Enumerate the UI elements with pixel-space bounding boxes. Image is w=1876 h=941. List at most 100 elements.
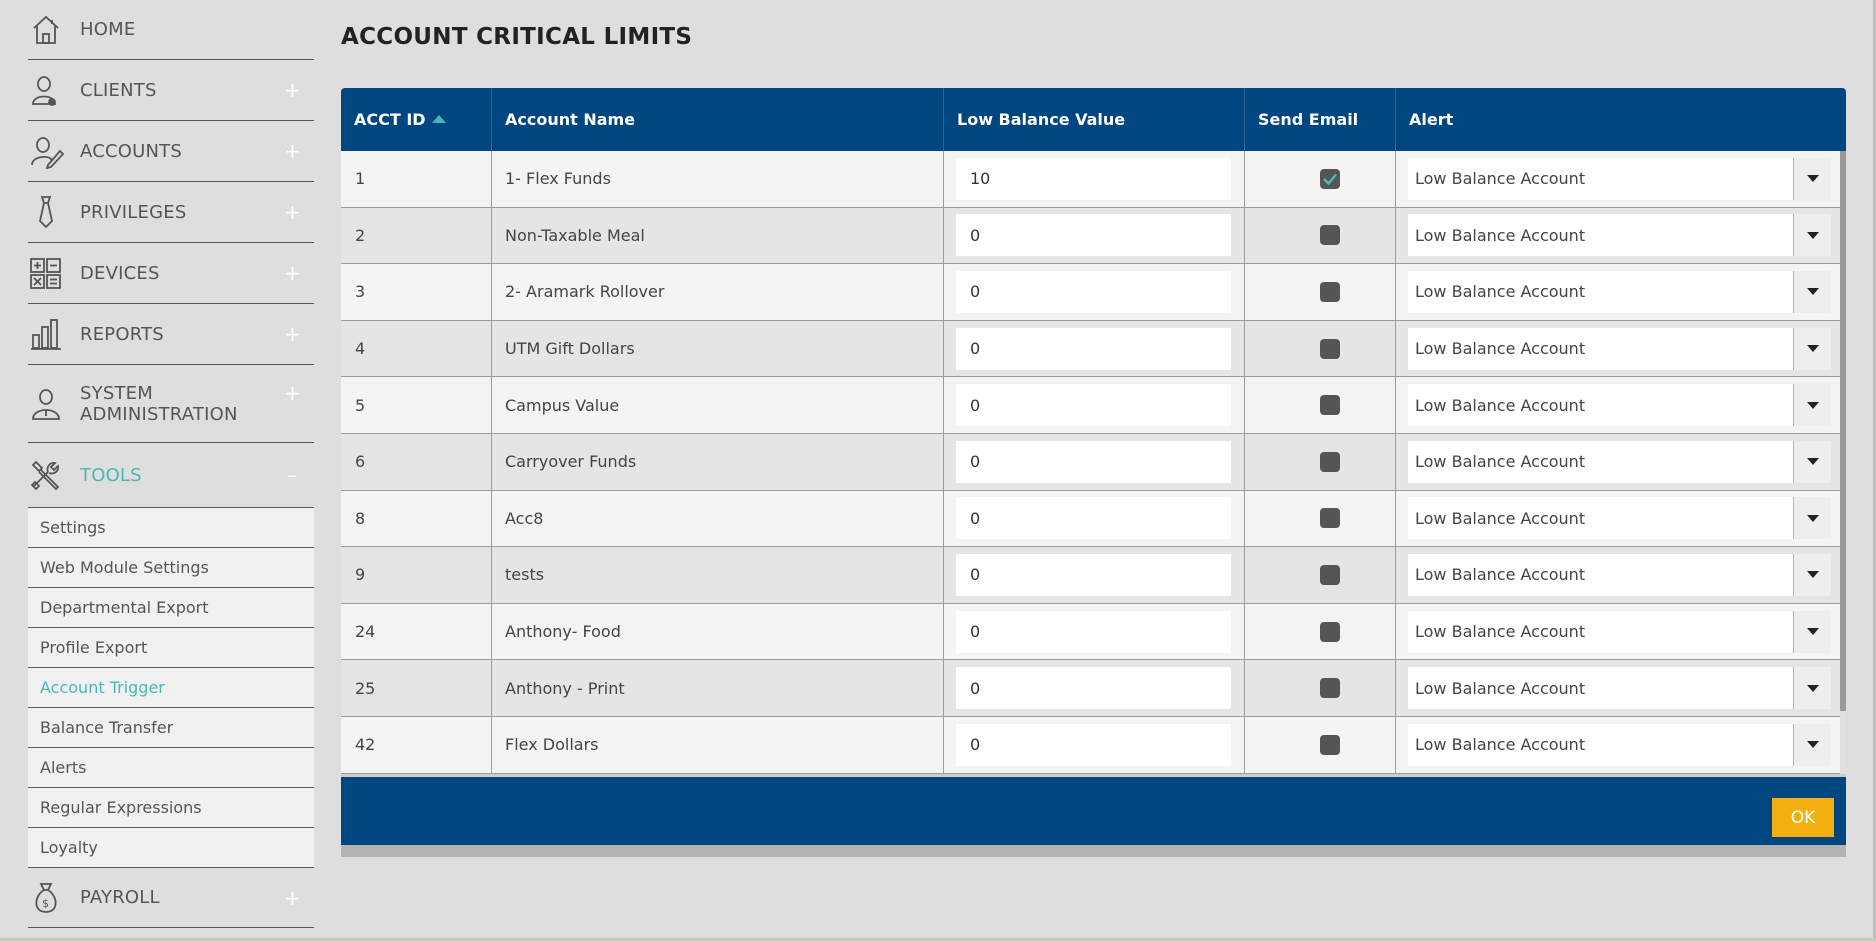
alert-select[interactable]: Low Balance Account xyxy=(1408,723,1831,766)
subnav-item-departmental-export[interactable]: Departmental Export xyxy=(28,587,314,627)
nav-label: ACCOUNTS xyxy=(80,140,182,162)
low-balance-input[interactable] xyxy=(956,723,1231,766)
subnav-item-alerts[interactable]: Alerts xyxy=(28,747,314,787)
expand-icon[interactable]: + xyxy=(284,78,301,102)
subnav-item-balance-transfer[interactable]: Balance Transfer xyxy=(28,707,314,747)
send-email-checkbox[interactable] xyxy=(1320,168,1340,189)
column-header-acct-id[interactable]: ACCT ID xyxy=(341,88,492,151)
caret-down-icon xyxy=(1806,175,1819,183)
low-balance-input[interactable] xyxy=(956,440,1231,483)
calculator-icon xyxy=(28,255,64,291)
expand-icon[interactable]: + xyxy=(284,886,301,910)
send-email-checkbox[interactable] xyxy=(1320,678,1340,699)
low-balance-input[interactable] xyxy=(956,157,1231,200)
send-email-checkbox[interactable] xyxy=(1320,338,1340,359)
subnav-item-profile-export[interactable]: Profile Export xyxy=(28,627,314,667)
alert-select[interactable]: Low Balance Account xyxy=(1408,440,1831,483)
account-name-value: Anthony- Food xyxy=(505,622,621,642)
nav-clients[interactable]: CLIENTS + xyxy=(28,60,314,121)
subnav-item-settings[interactable]: Settings xyxy=(28,507,314,547)
nav-accounts[interactable]: ACCOUNTS + xyxy=(28,121,314,182)
nav-reports[interactable]: REPORTS + xyxy=(28,304,314,365)
subnav-item-regular-expressions[interactable]: Regular Expressions xyxy=(28,787,314,827)
send-email-checkbox[interactable] xyxy=(1320,508,1340,529)
dropdown-button[interactable] xyxy=(1793,497,1831,540)
caret-down-icon xyxy=(1806,231,1819,239)
low-balance-input[interactable] xyxy=(956,497,1231,540)
low-balance-input[interactable] xyxy=(956,384,1231,427)
account-limits-grid: ACCT ID Account Name Low Balance Value S… xyxy=(341,88,1846,857)
subnav-item-loyalty[interactable]: Loyalty xyxy=(28,827,314,867)
low-balance-input[interactable] xyxy=(956,327,1231,370)
account-name-value: Acc8 xyxy=(505,508,544,528)
nav-payroll[interactable]: $ PAYROLL + xyxy=(28,868,314,928)
acct-id-value: 4 xyxy=(355,339,366,359)
subnav-item-web-module-settings[interactable]: Web Module Settings xyxy=(28,547,314,587)
alert-select[interactable]: Low Balance Account xyxy=(1408,384,1831,427)
dropdown-button[interactable] xyxy=(1793,553,1831,596)
dropdown-button[interactable] xyxy=(1793,723,1831,766)
expand-icon[interactable]: + xyxy=(284,322,301,346)
column-header-account-name[interactable]: Account Name xyxy=(492,88,944,151)
column-header-alert[interactable]: Alert xyxy=(1396,88,1846,151)
low-balance-input[interactable] xyxy=(956,667,1231,710)
column-header-send-email[interactable]: Send Email xyxy=(1245,88,1396,151)
collapse-icon[interactable]: – xyxy=(284,463,300,487)
send-email-checkbox[interactable] xyxy=(1320,621,1340,642)
alert-select-value: Low Balance Account xyxy=(1415,452,1586,472)
nav-devices[interactable]: DEVICES + xyxy=(28,243,314,304)
alert-select[interactable]: Low Balance Account xyxy=(1408,610,1831,653)
dropdown-button[interactable] xyxy=(1793,667,1831,710)
dropdown-button[interactable] xyxy=(1793,440,1831,483)
low-balance-input[interactable] xyxy=(956,270,1231,313)
column-header-low-balance-value[interactable]: Low Balance Value xyxy=(944,88,1245,151)
grid-footer: OK xyxy=(341,777,1846,845)
grid-body[interactable]: 1 1- Flex Funds Low Balance Account 2 Non-Ta… xyxy=(341,151,1846,774)
alert-select[interactable]: Low Balance Account xyxy=(1408,667,1831,710)
cell-alert: Low Balance Account xyxy=(1396,321,1846,377)
alert-select[interactable]: Low Balance Account xyxy=(1408,157,1831,200)
dropdown-button[interactable] xyxy=(1793,610,1831,653)
dropdown-button[interactable] xyxy=(1793,157,1831,200)
cell-send-email xyxy=(1245,490,1396,547)
send-email-checkbox[interactable] xyxy=(1320,225,1340,246)
dropdown-button[interactable] xyxy=(1793,384,1831,427)
low-balance-input[interactable] xyxy=(956,214,1231,257)
nav-label: SYSTEM ADMINISTRATION xyxy=(80,382,238,425)
dropdown-button[interactable] xyxy=(1793,214,1831,257)
alert-select[interactable]: Low Balance Account xyxy=(1408,270,1831,313)
vertical-scrollbar[interactable] xyxy=(1840,151,1846,774)
nav-tools[interactable]: TOOLS – xyxy=(28,443,314,507)
table-row: 1 1- Flex Funds Low Balance Account xyxy=(341,151,1846,208)
alert-select[interactable]: Low Balance Account xyxy=(1408,327,1831,370)
table-row: 24 Anthony- Food Low Balance Account xyxy=(341,603,1846,661)
expand-icon[interactable]: + xyxy=(284,261,301,285)
send-email-checkbox[interactable] xyxy=(1320,564,1340,585)
send-email-checkbox[interactable] xyxy=(1320,734,1340,755)
alert-select[interactable]: Low Balance Account xyxy=(1408,497,1831,540)
send-email-checkbox[interactable] xyxy=(1320,395,1340,416)
nav-home[interactable]: HOME xyxy=(28,0,314,60)
nav-system-administration[interactable]: SYSTEM ADMINISTRATION + xyxy=(28,365,314,443)
cell-low-balance xyxy=(944,660,1245,716)
send-email-checkbox[interactable] xyxy=(1320,281,1340,302)
alert-select[interactable]: Low Balance Account xyxy=(1408,214,1831,257)
bar-chart-icon xyxy=(28,316,64,352)
acct-id-value: 25 xyxy=(355,678,376,698)
low-balance-input[interactable] xyxy=(956,553,1231,596)
ok-button[interactable]: OK xyxy=(1772,798,1834,837)
nav-privileges[interactable]: PRIVILEGES + xyxy=(28,182,314,243)
dropdown-button[interactable] xyxy=(1793,327,1831,370)
cell-send-email xyxy=(1245,716,1396,773)
expand-icon[interactable]: + xyxy=(284,139,301,163)
expand-icon[interactable]: + xyxy=(284,200,301,224)
low-balance-input[interactable] xyxy=(956,610,1231,653)
scrollbar-thumb[interactable] xyxy=(1840,151,1846,711)
cell-low-balance xyxy=(944,547,1245,603)
alert-select[interactable]: Low Balance Account xyxy=(1408,553,1831,596)
expand-icon[interactable]: + xyxy=(284,381,301,405)
subnav-item-account-trigger[interactable]: Account Trigger xyxy=(28,667,314,707)
caret-down-icon xyxy=(1806,401,1819,409)
send-email-checkbox[interactable] xyxy=(1320,451,1340,472)
dropdown-button[interactable] xyxy=(1793,270,1831,313)
